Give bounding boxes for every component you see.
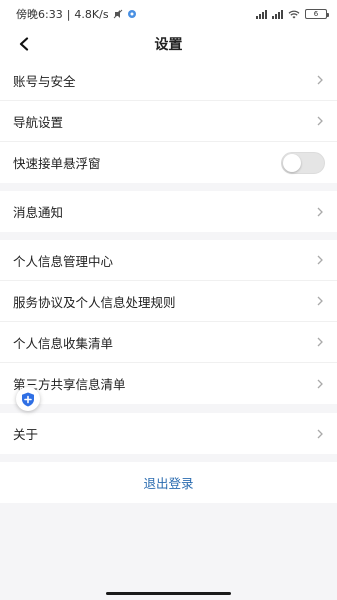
row-account-security[interactable]: 账号与安全 bbox=[0, 60, 337, 101]
battery-icon: 6 bbox=[305, 9, 329, 19]
floating-shield-button[interactable] bbox=[16, 387, 40, 411]
chevron-right-icon bbox=[317, 207, 323, 216]
row-label: 关于 bbox=[13, 427, 39, 442]
page-title: 设置 bbox=[154, 37, 183, 53]
row-label: 消息通知 bbox=[13, 205, 64, 220]
row-floating-window: 快速接单悬浮窗 bbox=[0, 142, 337, 183]
back-button[interactable] bbox=[12, 32, 36, 56]
chevron-right-icon bbox=[317, 429, 323, 438]
chevron-right-icon bbox=[317, 116, 323, 126]
row-label: 个人信息收集清单 bbox=[13, 335, 114, 351]
signal-2-icon bbox=[272, 9, 283, 19]
mute-icon bbox=[113, 9, 122, 19]
row-personal-info-center[interactable]: 个人信息管理中心 bbox=[0, 240, 337, 281]
status-left: 傍晚6:33 | 4.8K/s bbox=[16, 6, 137, 22]
settings-group-notifications: 消息通知 bbox=[0, 191, 337, 232]
chevron-right-icon bbox=[317, 255, 323, 265]
status-separator: | bbox=[66, 7, 71, 21]
logout-label: 退出登录 bbox=[143, 476, 194, 491]
settings-screen: 傍晚6:33 | 4.8K/s 6 设置 账号与安全 导航设置 快速接单悬浮窗 … bbox=[0, 0, 337, 600]
toggle-knob bbox=[283, 153, 301, 172]
settings-group-privacy: 个人信息管理中心 服务协议及个人信息处理规则 个人信息收集清单 第三方共享信息清… bbox=[0, 240, 337, 404]
status-bar: 傍晚6:33 | 4.8K/s 6 bbox=[0, 0, 337, 28]
status-time: 傍晚6:33 bbox=[16, 8, 63, 21]
settings-group-about: 关于 bbox=[0, 413, 337, 454]
wifi-icon bbox=[288, 10, 300, 18]
row-label: 账号与安全 bbox=[13, 73, 76, 89]
row-third-party-sharing-list[interactable]: 第三方共享信息清单 bbox=[0, 363, 337, 404]
floating-window-toggle[interactable] bbox=[281, 151, 325, 174]
home-indicator[interactable] bbox=[106, 592, 231, 595]
row-service-agreement[interactable]: 服务协议及个人信息处理规则 bbox=[0, 281, 337, 322]
chevron-right-icon bbox=[317, 296, 323, 306]
status-right: 6 bbox=[256, 9, 329, 19]
signal-1-icon bbox=[256, 9, 267, 19]
logout-button[interactable]: 退出登录 bbox=[0, 462, 337, 503]
nav-header: 设置 bbox=[0, 28, 337, 60]
row-message-notifications[interactable]: 消息通知 bbox=[0, 191, 337, 232]
row-info-collection-list[interactable]: 个人信息收集清单 bbox=[0, 322, 337, 363]
row-label: 服务协议及个人信息处理规则 bbox=[13, 294, 176, 310]
row-navigation-settings[interactable]: 导航设置 bbox=[0, 101, 337, 142]
battery-level: 6 bbox=[313, 10, 319, 18]
app-notification-icon bbox=[127, 10, 136, 18]
row-about[interactable]: 关于 bbox=[0, 413, 337, 454]
settings-group-account: 账号与安全 导航设置 快速接单悬浮窗 bbox=[0, 60, 337, 183]
network-speed: 4.8K/s bbox=[74, 7, 109, 21]
chevron-left-icon bbox=[19, 37, 29, 51]
chevron-right-icon bbox=[317, 337, 323, 347]
chevron-right-icon bbox=[317, 379, 323, 388]
shield-plus-icon bbox=[22, 392, 34, 406]
row-label: 导航设置 bbox=[13, 114, 64, 130]
row-label: 个人信息管理中心 bbox=[13, 253, 114, 269]
row-label: 快速接单悬浮窗 bbox=[13, 156, 101, 171]
chevron-right-icon bbox=[317, 75, 323, 85]
